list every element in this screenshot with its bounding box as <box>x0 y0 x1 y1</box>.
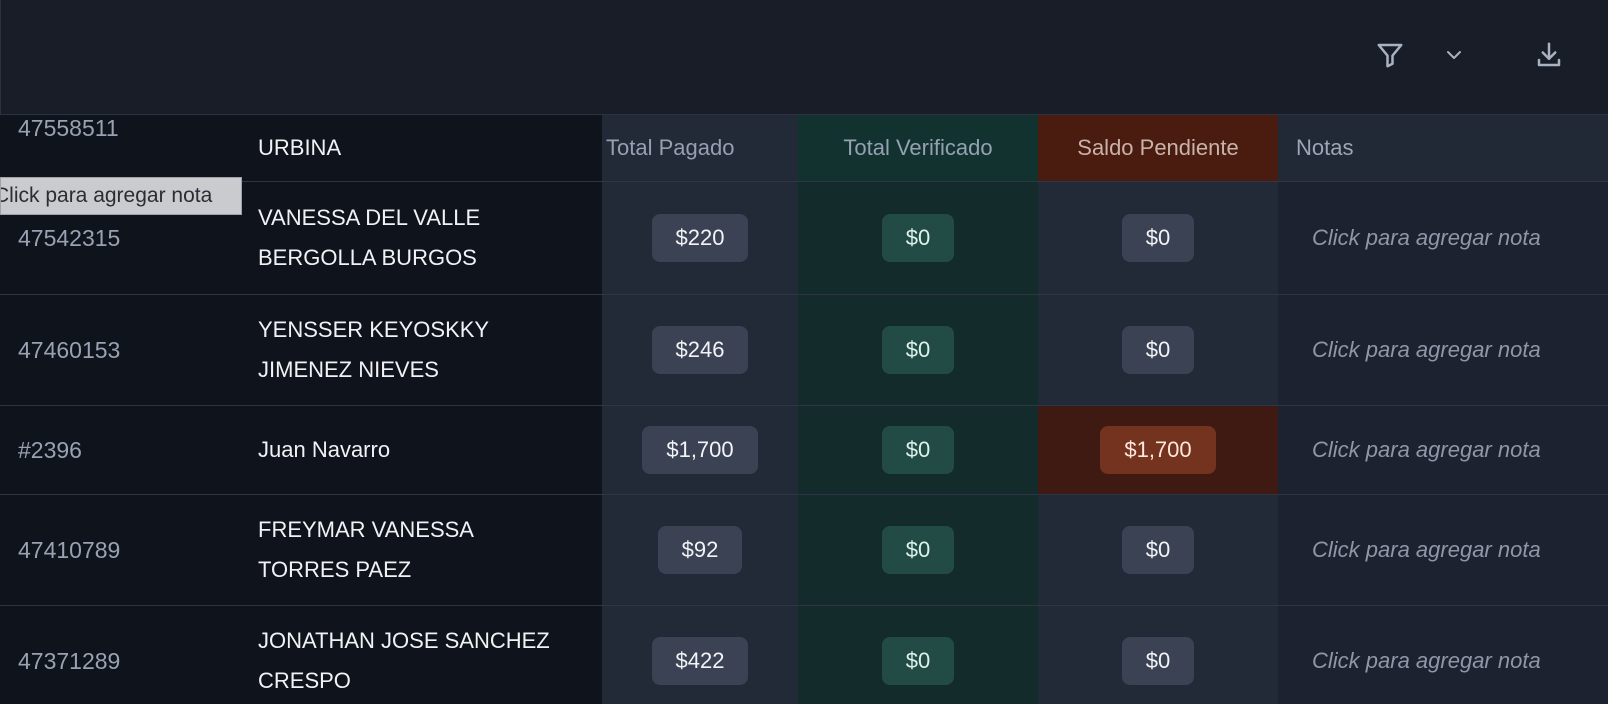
row-total-pagado: $1,700 <box>602 406 798 494</box>
total-pagado-badge: $92 <box>657 526 743 574</box>
table-header-row: 47558511 URBINA Total Pagado Total Verif… <box>0 115 1608 182</box>
nota-placeholder: Click para agregar nota <box>1312 648 1541 673</box>
row-name-line2: BERGOLLA BURGOS <box>258 245 477 270</box>
saldo-pendiente-badge: $0 <box>1121 326 1195 374</box>
row-saldo-pendiente: $0 <box>1038 182 1278 294</box>
nota-placeholder: Click para agregar nota <box>1312 537 1541 562</box>
row-id-text: 47460153 <box>18 336 121 363</box>
row-total-verificado: $0 <box>798 406 1038 494</box>
table-row: 47371289 JONATHAN JOSE SANCHEZ CRESPO $42… <box>0 606 1608 704</box>
row-total-pagado: $92 <box>602 495 798 605</box>
total-verificado-badge: $0 <box>881 214 955 262</box>
total-pagado-badge: $246 <box>651 326 749 374</box>
table-row: 47460153 YENSSER KEYOSKKY JIMENEZ NIEVES … <box>0 295 1608 406</box>
row-nota[interactable]: Click para agregar nota <box>1278 295 1608 405</box>
total-verificado-badge: $0 <box>881 526 955 574</box>
saldo-pendiente-badge: $0 <box>1121 526 1195 574</box>
row-name-line1: JONATHAN JOSE SANCHEZ <box>258 628 550 653</box>
header-saldo-pendiente-label: Saldo Pendiente <box>1077 135 1239 160</box>
nota-placeholder: Click para agregar nota <box>1312 225 1541 250</box>
row-name: Juan Navarro <box>240 406 602 494</box>
row-id-text: 47410789 <box>18 536 121 563</box>
partial-row-name-text: URBINA <box>258 135 342 160</box>
nota-placeholder: Click para agregar nota <box>1312 437 1541 462</box>
row-name: YENSSER KEYOSKKY JIMENEZ NIEVES <box>240 295 602 405</box>
nota-placeholder: Click para agregar nota <box>1312 337 1541 362</box>
saldo-pendiente-badge: $0 <box>1121 214 1195 262</box>
row-id: #2396 <box>0 406 240 494</box>
row-name-line1: YENSSER KEYOSKKY <box>258 317 490 342</box>
chevron-down-icon[interactable] <box>1437 38 1471 72</box>
row-total-pagado: $246 <box>602 295 798 405</box>
row-id-text: #2396 <box>18 436 82 463</box>
total-pagado-badge: $220 <box>651 214 749 262</box>
row-name-line1: VANESSA DEL VALLE <box>258 205 481 230</box>
download-icon[interactable] <box>1532 38 1566 72</box>
header-total-verificado-label: Total Verificado <box>843 135 993 160</box>
header-total-pagado-label: Total Pagado <box>606 135 735 160</box>
row-id-text: 47371289 <box>18 647 121 674</box>
row-saldo-pendiente: $0 <box>1038 295 1278 405</box>
saldo-pendiente-badge: $0 <box>1121 637 1195 685</box>
row-name-line2: JIMENEZ NIEVES <box>258 357 439 382</box>
total-verificado-badge: $0 <box>881 637 955 685</box>
row-nota[interactable]: Click para agregar nota <box>1278 182 1608 294</box>
row-saldo-pendiente: $1,700 <box>1038 406 1278 494</box>
row-total-verificado: $0 <box>798 606 1038 704</box>
row-id: 47371289 <box>0 606 240 704</box>
row-total-verificado: $0 <box>798 182 1038 294</box>
total-verificado-badge: $0 <box>881 326 955 374</box>
header-saldo-pendiente[interactable]: Saldo Pendiente <box>1038 115 1278 181</box>
row-name: JONATHAN JOSE SANCHEZ CRESPO <box>240 606 602 704</box>
table-toolbar <box>0 0 1608 115</box>
row-name-line1: FREYMAR VANESSA <box>258 517 474 542</box>
saldo-pendiente-badge: $1,700 <box>1100 426 1216 474</box>
row-name: FREYMAR VANESSA TORRES PAEZ <box>240 495 602 605</box>
note-tooltip: Click para agregar nota <box>0 177 242 215</box>
header-notas[interactable]: Notas <box>1278 115 1608 181</box>
row-total-verificado: $0 <box>798 295 1038 405</box>
row-total-pagado: $220 <box>602 182 798 294</box>
total-pagado-badge: $422 <box>651 637 749 685</box>
row-nota[interactable]: Click para agregar nota <box>1278 495 1608 605</box>
header-total-verificado[interactable]: Total Verificado <box>798 115 1038 181</box>
header-total-pagado[interactable]: Total Pagado <box>602 115 798 181</box>
row-nota[interactable]: Click para agregar nota <box>1278 406 1608 494</box>
table-row: 47410789 FREYMAR VANESSA TORRES PAEZ $92 … <box>0 495 1608 606</box>
row-name-line2: CRESPO <box>258 668 351 693</box>
row-total-verificado: $0 <box>798 495 1038 605</box>
row-nota[interactable]: Click para agregar nota <box>1278 606 1608 704</box>
row-name-line1: Juan Navarro <box>258 437 391 462</box>
table-row: #2396 Juan Navarro $1,700 $0 $1,700 Clic… <box>0 406 1608 495</box>
filter-icon[interactable] <box>1373 38 1407 72</box>
row-id: 47410789 <box>0 495 240 605</box>
row-id-text: 47542315 <box>18 224 121 251</box>
row-id: 47460153 <box>0 295 240 405</box>
header-notas-label: Notas <box>1296 135 1354 160</box>
total-verificado-badge: $0 <box>881 426 955 474</box>
partial-row-id: 47558511 <box>0 115 240 181</box>
partial-row-id-text: 47558511 <box>18 115 119 141</box>
partial-row-name: URBINA <box>240 115 602 181</box>
tooltip-text: Click para agregar nota <box>0 184 213 207</box>
row-total-pagado: $422 <box>602 606 798 704</box>
total-pagado-badge: $1,700 <box>642 426 758 474</box>
row-saldo-pendiente: $0 <box>1038 495 1278 605</box>
row-name-line2: TORRES PAEZ <box>258 557 412 582</box>
row-saldo-pendiente: $0 <box>1038 606 1278 704</box>
row-name: VANESSA DEL VALLE BERGOLLA BURGOS <box>240 182 602 294</box>
